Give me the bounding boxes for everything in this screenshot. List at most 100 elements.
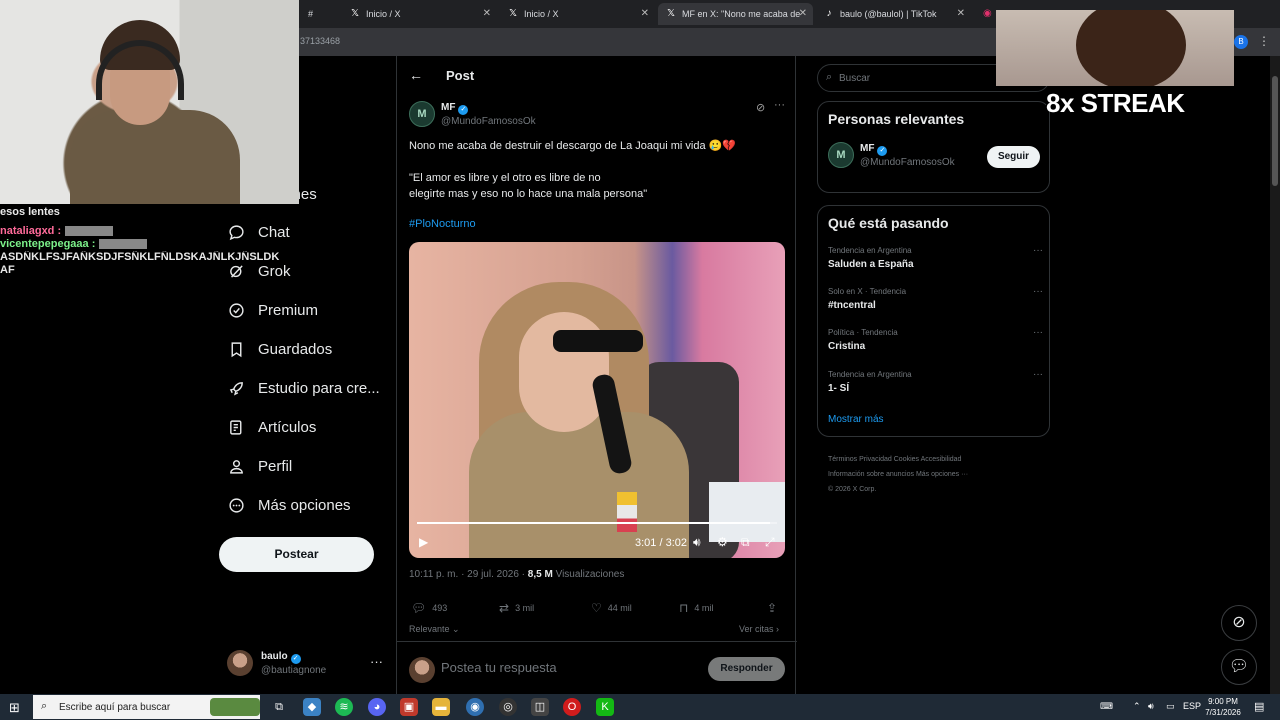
profile-icon xyxy=(227,457,245,475)
author-avatar[interactable]: M xyxy=(409,101,435,127)
tab-label: Inicio / X xyxy=(366,9,401,19)
settings-gear-icon[interactable]: ⚙ xyxy=(717,535,728,549)
file-explorer-icon[interactable]: ▬ xyxy=(432,698,450,716)
discord-icon[interactable]: ◕ xyxy=(368,698,386,716)
bookmark-button[interactable]: ⊓ 4 mil xyxy=(679,601,713,615)
nav-item-bookmarks[interactable]: Guardados xyxy=(227,340,332,358)
heart-icon: ♡ xyxy=(591,601,602,615)
reply-input[interactable]: Postea tu respuesta xyxy=(441,660,557,675)
follow-button[interactable]: Seguir xyxy=(987,146,1040,168)
chevron-up-icon[interactable]: ⌃ xyxy=(1133,701,1141,712)
notification-icon[interactable]: ▤ xyxy=(1254,700,1264,713)
grok-explain-icon[interactable]: ⊘ xyxy=(756,101,765,114)
footer-line[interactable]: Información sobre anuncios Más opciones … xyxy=(828,467,1053,482)
windows-start-icon[interactable]: ⊞ xyxy=(9,700,20,716)
author-name-row[interactable]: MF ✓ xyxy=(441,102,469,115)
trend-item[interactable]: Tendencia en Argentina Saluden a España … xyxy=(828,245,1043,273)
like-button[interactable]: ♡ 44 mil xyxy=(591,601,632,615)
trend-item[interactable]: Solo en X · Tendencia #tncentral ··· xyxy=(828,286,1043,314)
url-text[interactable]: 37133468 xyxy=(300,36,340,46)
fullscreen-icon[interactable]: ⤢ xyxy=(765,535,775,550)
pip-icon[interactable]: ⧉ xyxy=(741,535,750,550)
trend-item[interactable]: Tendencia en Argentina 1- SÍ ··· xyxy=(828,369,1043,397)
scrollbar-thumb[interactable] xyxy=(1272,76,1278,186)
verified-badge-icon: ✓ xyxy=(458,105,469,115)
app-icon[interactable]: ◫ xyxy=(531,698,549,716)
keyboard-icon[interactable]: ⌨ xyxy=(1100,701,1113,712)
trend-more-icon[interactable]: ··· xyxy=(1033,245,1043,256)
network-icon[interactable]: ▭ xyxy=(1166,701,1175,712)
volume-icon[interactable]: 🔊︎ xyxy=(1148,701,1154,712)
search-highlight-icon[interactable] xyxy=(210,698,260,716)
app-icon[interactable]: ▣ xyxy=(400,698,418,716)
video-player[interactable]: ▶ 3:01 / 3:02 🔊︎ ⚙ ⧉ ⤢ xyxy=(409,242,785,558)
footer-line[interactable]: Términos Privacidad Cookies Accesibilida… xyxy=(828,452,1053,467)
sort-replies-dropdown[interactable]: Relevante ⌄ xyxy=(409,624,460,635)
nav-item-articles[interactable]: Artículos xyxy=(227,418,316,436)
nav-item-profile[interactable]: Perfil xyxy=(227,457,292,475)
language-indicator[interactable]: ESP xyxy=(1183,701,1201,711)
nav-item-premium[interactable]: Premium xyxy=(227,301,318,319)
browser-tab[interactable]: ◉ xyxy=(975,3,995,25)
close-tab-icon[interactable]: ✕ xyxy=(483,8,491,19)
kick-icon[interactable]: K xyxy=(596,698,614,716)
account-more-icon[interactable]: ··· xyxy=(370,654,383,669)
author-name: MF xyxy=(441,102,456,113)
close-tab-icon[interactable]: ✕ xyxy=(799,8,807,19)
profile-avatar[interactable]: B xyxy=(1234,35,1248,49)
scrollbar[interactable] xyxy=(1270,56,1280,696)
trend-more-icon[interactable]: ··· xyxy=(1033,369,1043,380)
nav-item-more-options[interactable]: Más opciones xyxy=(227,496,351,514)
browser-tab[interactable]: 𝕏 Inicio / X ✕ xyxy=(500,3,655,25)
author-handle[interactable]: @MundoFamososOk xyxy=(441,116,536,127)
opera-icon[interactable]: O xyxy=(563,698,581,716)
chat-text: AF xyxy=(0,264,15,276)
video-progress-bar[interactable] xyxy=(417,522,777,524)
views-label: Visualizaciones xyxy=(552,569,625,580)
close-tab-icon[interactable]: ✕ xyxy=(957,8,965,19)
trend-item[interactable]: Política · Tendencia Cristina ··· xyxy=(828,327,1043,355)
post-timestamp[interactable]: 10:11 p. m. · 29 jul. 2026 · xyxy=(409,569,528,580)
avatar[interactable]: M xyxy=(828,142,854,168)
copilot-icon[interactable]: ◆ xyxy=(303,698,321,716)
browser-tab-active[interactable]: 𝕏 MF en X: "Nono me acaba de ✕ xyxy=(658,3,813,25)
obs-icon[interactable]: ◎ xyxy=(499,698,517,716)
close-tab-icon[interactable]: ✕ xyxy=(641,8,649,19)
trends-card: Qué está pasando Tendencia en Argentina … xyxy=(817,205,1050,437)
chat-icon: 💬︎ xyxy=(1228,658,1250,675)
share-button[interactable]: ⇪ xyxy=(767,601,783,615)
card-title: Qué está pasando xyxy=(828,215,949,231)
chat-text: esos lentes xyxy=(0,206,60,218)
article-icon xyxy=(227,418,245,436)
play-icon[interactable]: ▶ xyxy=(419,535,428,549)
relevant-handle[interactable]: @MundoFamososOk xyxy=(860,157,955,168)
browser-tab[interactable]: ♪ baulo (@baulol) | TikTok ✕ xyxy=(816,3,971,25)
account-switcher[interactable]: baulo ✓ @bautiagnone ··· xyxy=(227,650,387,680)
taskbar-clock[interactable]: 9:00 PM 7/31/2026 xyxy=(1201,696,1245,718)
messages-float-button[interactable]: 💬︎ xyxy=(1221,649,1257,685)
video-frame-glasses xyxy=(553,330,643,352)
repost-button[interactable]: ⇄ 3 mil xyxy=(499,601,534,615)
task-view-icon[interactable]: ⧉ xyxy=(270,698,288,716)
chat-message: ASDÑKLFSJFAÑKSDJFSÑKLFÑLDSKAJÑLKJÑSLDK xyxy=(0,251,300,264)
show-more-link[interactable]: Mostrar más xyxy=(828,414,884,425)
reply-button[interactable]: 💬︎ 493 xyxy=(411,601,447,615)
post-hashtag[interactable]: #PloNocturno xyxy=(409,218,476,230)
spotify-icon[interactable]: ≋ xyxy=(335,698,353,716)
post-button[interactable]: Postear xyxy=(219,537,374,572)
grok-float-button[interactable]: ⊘ xyxy=(1221,605,1257,641)
browser-tab[interactable]: # xyxy=(300,3,340,25)
trend-more-icon[interactable]: ··· xyxy=(1033,327,1043,338)
chrome-icon[interactable]: ◉ xyxy=(466,698,484,716)
browser-menu-icon[interactable]: ⋮ xyxy=(1258,34,1270,48)
trend-more-icon[interactable]: ··· xyxy=(1033,286,1043,297)
relevant-name-row[interactable]: MF ✓ xyxy=(860,143,888,156)
volume-icon[interactable]: 🔊︎ xyxy=(693,535,701,550)
back-arrow-icon[interactable]: ← xyxy=(409,67,423,83)
post-more-icon[interactable]: ··· xyxy=(774,99,785,111)
browser-tab[interactable]: 𝕏 Inicio / X ✕ xyxy=(342,3,497,25)
reply-submit-button[interactable]: Responder xyxy=(708,657,785,681)
view-quotes-link[interactable]: Ver citas › xyxy=(739,624,779,634)
nav-item-creator-studio[interactable]: Estudio para cre... xyxy=(227,379,380,397)
bookmark-count: 4 mil xyxy=(694,603,714,613)
